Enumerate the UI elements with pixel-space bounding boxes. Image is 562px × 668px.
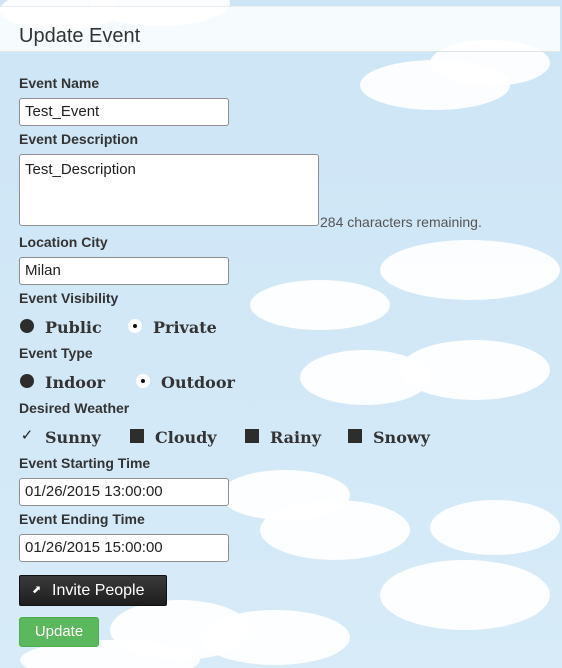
start-time-label: Event Starting Time [19, 455, 151, 471]
type-outdoor-radio[interactable] [136, 374, 150, 388]
visibility-private-label: Private [153, 318, 217, 337]
event-description-textarea[interactable]: Test_Description [19, 154, 319, 226]
event-name-input[interactable] [19, 98, 229, 126]
weather-cloudy-checkbox[interactable] [130, 429, 144, 443]
type-indoor-label: Indoor [45, 373, 106, 392]
weather-cloudy-label: Cloudy [155, 428, 217, 447]
update-event-panel: Update Event Event Name Event Descriptio… [0, 6, 560, 665]
weather-snowy-label: Snowy [373, 428, 430, 447]
event-description-label: Event Description [19, 131, 139, 147]
visibility-public-label: Public [45, 318, 102, 337]
visibility-private-radio[interactable] [128, 319, 142, 333]
characters-remaining: 284 characters remaining. [320, 214, 482, 230]
event-visibility-label: Event Visibility [19, 290, 119, 306]
start-time-input[interactable] [19, 478, 229, 506]
desired-weather-label: Desired Weather [19, 400, 130, 416]
weather-sunny-checkbox[interactable]: ✓ [19, 428, 35, 444]
location-city-input[interactable] [19, 257, 229, 285]
weather-rainy-label: Rainy [270, 428, 322, 447]
invite-people-button[interactable]: ⬈ Invite People [19, 575, 167, 606]
weather-rainy-checkbox[interactable] [245, 429, 259, 443]
invite-people-label: Invite People [52, 582, 145, 599]
external-link-icon: ⬈ [32, 584, 42, 596]
end-time-label: Event Ending Time [19, 511, 145, 527]
weather-sunny-label: Sunny [45, 428, 101, 447]
type-indoor-radio[interactable] [20, 374, 34, 388]
visibility-public-radio[interactable] [20, 319, 34, 333]
panel-header: Update Event [0, 7, 560, 52]
weather-snowy-checkbox[interactable] [348, 429, 362, 443]
page-title: Update Event [19, 25, 141, 47]
location-city-label: Location City [19, 234, 108, 250]
update-button[interactable]: Update [19, 617, 99, 647]
type-outdoor-label: Outdoor [161, 373, 235, 392]
end-time-input[interactable] [19, 534, 229, 562]
event-type-label: Event Type [19, 345, 93, 361]
event-name-label: Event Name [19, 75, 100, 91]
